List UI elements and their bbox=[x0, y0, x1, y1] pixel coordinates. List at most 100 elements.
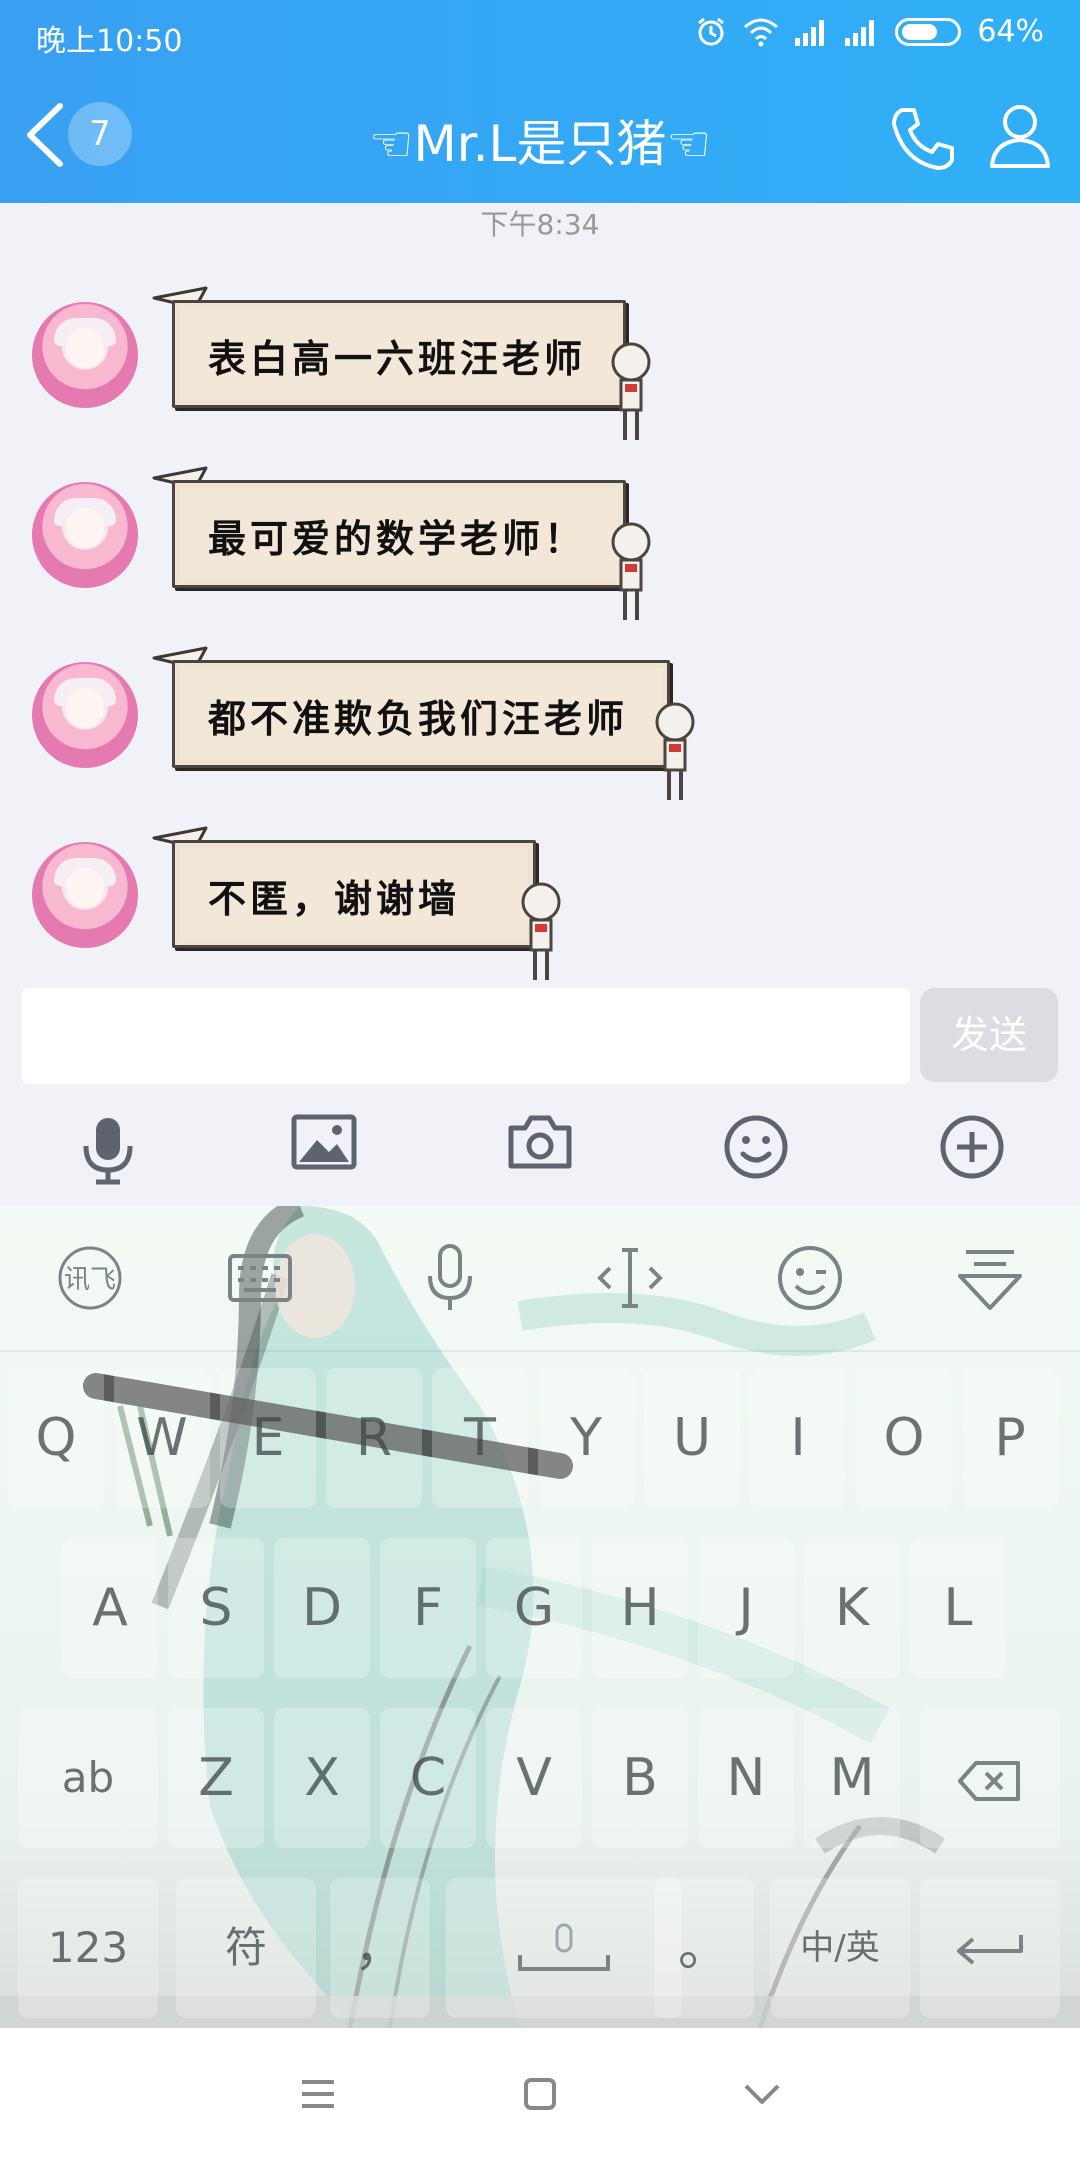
key-r[interactable]: R bbox=[326, 1368, 422, 1508]
message-row: 表白高一六班汪老师 bbox=[0, 286, 1080, 440]
key-e[interactable]: E bbox=[220, 1368, 316, 1508]
message-text: 都不准欺负我们汪老师 bbox=[208, 697, 629, 741]
message-input[interactable] bbox=[22, 988, 910, 1084]
sender-avatar[interactable] bbox=[32, 302, 138, 408]
keyboard-top-bar: 讯飞 bbox=[0, 1206, 1080, 1352]
key-g[interactable]: G bbox=[486, 1538, 582, 1678]
message-row: 都不准欺负我们汪老师 bbox=[0, 646, 1080, 800]
message-row: 不匿，谢谢墙 bbox=[0, 826, 1080, 980]
key-w[interactable]: W bbox=[114, 1368, 210, 1508]
doll-decoration-icon bbox=[611, 342, 651, 440]
key-o[interactable]: O bbox=[856, 1368, 952, 1508]
battery-icon bbox=[895, 17, 962, 46]
keyboard-switch-button[interactable] bbox=[220, 1238, 300, 1318]
alarm-icon bbox=[698, 17, 725, 45]
wifi-icon bbox=[744, 18, 779, 46]
signal-icon-1 bbox=[795, 19, 825, 46]
key-period[interactable]: 。 bbox=[654, 1878, 754, 2018]
key-enter[interactable] bbox=[920, 1878, 1060, 2018]
image-icon bbox=[291, 1114, 357, 1170]
camera-button[interactable] bbox=[500, 1114, 580, 1194]
message-bubble[interactable]: 表白高一六班汪老师 bbox=[152, 286, 652, 440]
keyboard-collapse-button[interactable] bbox=[950, 1238, 1030, 1318]
key-n[interactable]: N bbox=[698, 1708, 794, 1848]
key-f[interactable]: F bbox=[380, 1538, 476, 1678]
composer: 发送 bbox=[0, 974, 1080, 1100]
key-language[interactable]: 中/英 bbox=[770, 1878, 910, 2018]
message-row: 最可爱的数学老师！ bbox=[0, 466, 1080, 620]
keyboard-emoji-button[interactable] bbox=[770, 1238, 850, 1318]
key-y[interactable]: Y bbox=[538, 1368, 634, 1508]
status-bar: 晚上10:50 64% bbox=[0, 0, 1080, 66]
key-q[interactable]: Q bbox=[8, 1368, 104, 1508]
battery-percent: 64% bbox=[977, 14, 1044, 49]
key-t[interactable]: T bbox=[432, 1368, 528, 1508]
collapse-icon bbox=[958, 1250, 1022, 1310]
key-l[interactable]: L bbox=[910, 1538, 1006, 1678]
ifly-logo-button[interactable]: 讯飞 bbox=[50, 1238, 130, 1318]
message-bubble[interactable]: 最可爱的数学老师！ bbox=[152, 466, 652, 620]
key-p[interactable]: P bbox=[962, 1368, 1058, 1508]
doll-decoration-icon bbox=[611, 522, 651, 620]
emoji-button[interactable] bbox=[716, 1114, 796, 1194]
key-k[interactable]: K bbox=[804, 1538, 900, 1678]
key-backspace[interactable] bbox=[920, 1708, 1060, 1848]
sender-avatar[interactable] bbox=[32, 842, 138, 948]
key-i[interactable]: I bbox=[750, 1368, 846, 1508]
ifly-logo-icon: 讯飞 bbox=[58, 1246, 122, 1310]
key-u[interactable]: U bbox=[644, 1368, 740, 1508]
key-comma[interactable]: ， bbox=[330, 1878, 430, 2018]
home-icon[interactable] bbox=[510, 2064, 570, 2124]
user-profile-icon[interactable] bbox=[988, 102, 1052, 170]
key-d[interactable]: D bbox=[274, 1538, 370, 1678]
key-b[interactable]: B bbox=[592, 1708, 688, 1848]
message-text: 不匿，谢谢墙 bbox=[208, 877, 461, 921]
key-c[interactable]: C bbox=[380, 1708, 476, 1848]
cursor-icon bbox=[597, 1248, 663, 1308]
message-bubble[interactable]: 都不准欺负我们汪老师 bbox=[152, 646, 696, 800]
image-button[interactable] bbox=[284, 1114, 364, 1194]
plus-icon bbox=[940, 1115, 1004, 1179]
space-mic-icon bbox=[518, 1923, 610, 1971]
message-bubble[interactable]: 不匿，谢谢墙 bbox=[152, 826, 562, 980]
doll-decoration-icon bbox=[521, 882, 561, 980]
chat-timestamp: 下午8:34 bbox=[480, 208, 600, 241]
emoji-icon bbox=[778, 1246, 842, 1310]
key-shift[interactable]: ab bbox=[18, 1708, 158, 1848]
key-numbers[interactable]: 123 bbox=[18, 1878, 158, 2018]
keyboard-icon bbox=[228, 1254, 292, 1302]
enter-icon bbox=[957, 1935, 1023, 1965]
doll-decoration-icon bbox=[655, 702, 695, 800]
emoji-icon bbox=[724, 1115, 788, 1179]
key-h[interactable]: H bbox=[592, 1538, 688, 1678]
phone-icon[interactable] bbox=[888, 104, 958, 174]
svg-text:讯飞: 讯飞 bbox=[64, 1265, 116, 1295]
composer-toolbar bbox=[0, 1100, 1080, 1206]
back-down-icon[interactable] bbox=[732, 2064, 792, 2124]
sender-avatar[interactable] bbox=[32, 662, 138, 768]
chat-header: 晚上10:50 64% 7 ☜Mr.L是只猪☜ bbox=[0, 0, 1080, 203]
voice-input-button[interactable] bbox=[68, 1114, 148, 1194]
key-m[interactable]: M bbox=[804, 1708, 900, 1848]
system-nav-bar bbox=[0, 2028, 1080, 2160]
more-button[interactable] bbox=[932, 1114, 1012, 1194]
key-s[interactable]: S bbox=[168, 1538, 264, 1678]
signal-icon-2 bbox=[845, 19, 875, 46]
message-text: 表白高一六班汪老师 bbox=[208, 337, 587, 381]
key-v[interactable]: V bbox=[486, 1708, 582, 1848]
cursor-button[interactable] bbox=[590, 1238, 670, 1318]
key-z[interactable]: Z bbox=[168, 1708, 264, 1848]
key-space[interactable] bbox=[446, 1878, 682, 2018]
send-button[interactable]: 发送 bbox=[920, 988, 1058, 1082]
sender-avatar[interactable] bbox=[32, 482, 138, 588]
key-j[interactable]: J bbox=[698, 1538, 794, 1678]
soft-keyboard: 讯飞 Q W E R T Y U I O P A S D F G H J K L… bbox=[0, 1206, 1080, 2028]
key-x[interactable]: X bbox=[274, 1708, 370, 1848]
menu-icon[interactable] bbox=[288, 2064, 348, 2124]
backspace-icon bbox=[958, 1761, 1020, 1801]
keyboard-voice-button[interactable] bbox=[410, 1238, 490, 1318]
key-symbols[interactable]: 符 bbox=[176, 1878, 316, 2018]
key-a[interactable]: A bbox=[62, 1538, 158, 1678]
microphone-icon bbox=[83, 1118, 133, 1185]
status-time: 晚上10:50 bbox=[36, 24, 183, 59]
